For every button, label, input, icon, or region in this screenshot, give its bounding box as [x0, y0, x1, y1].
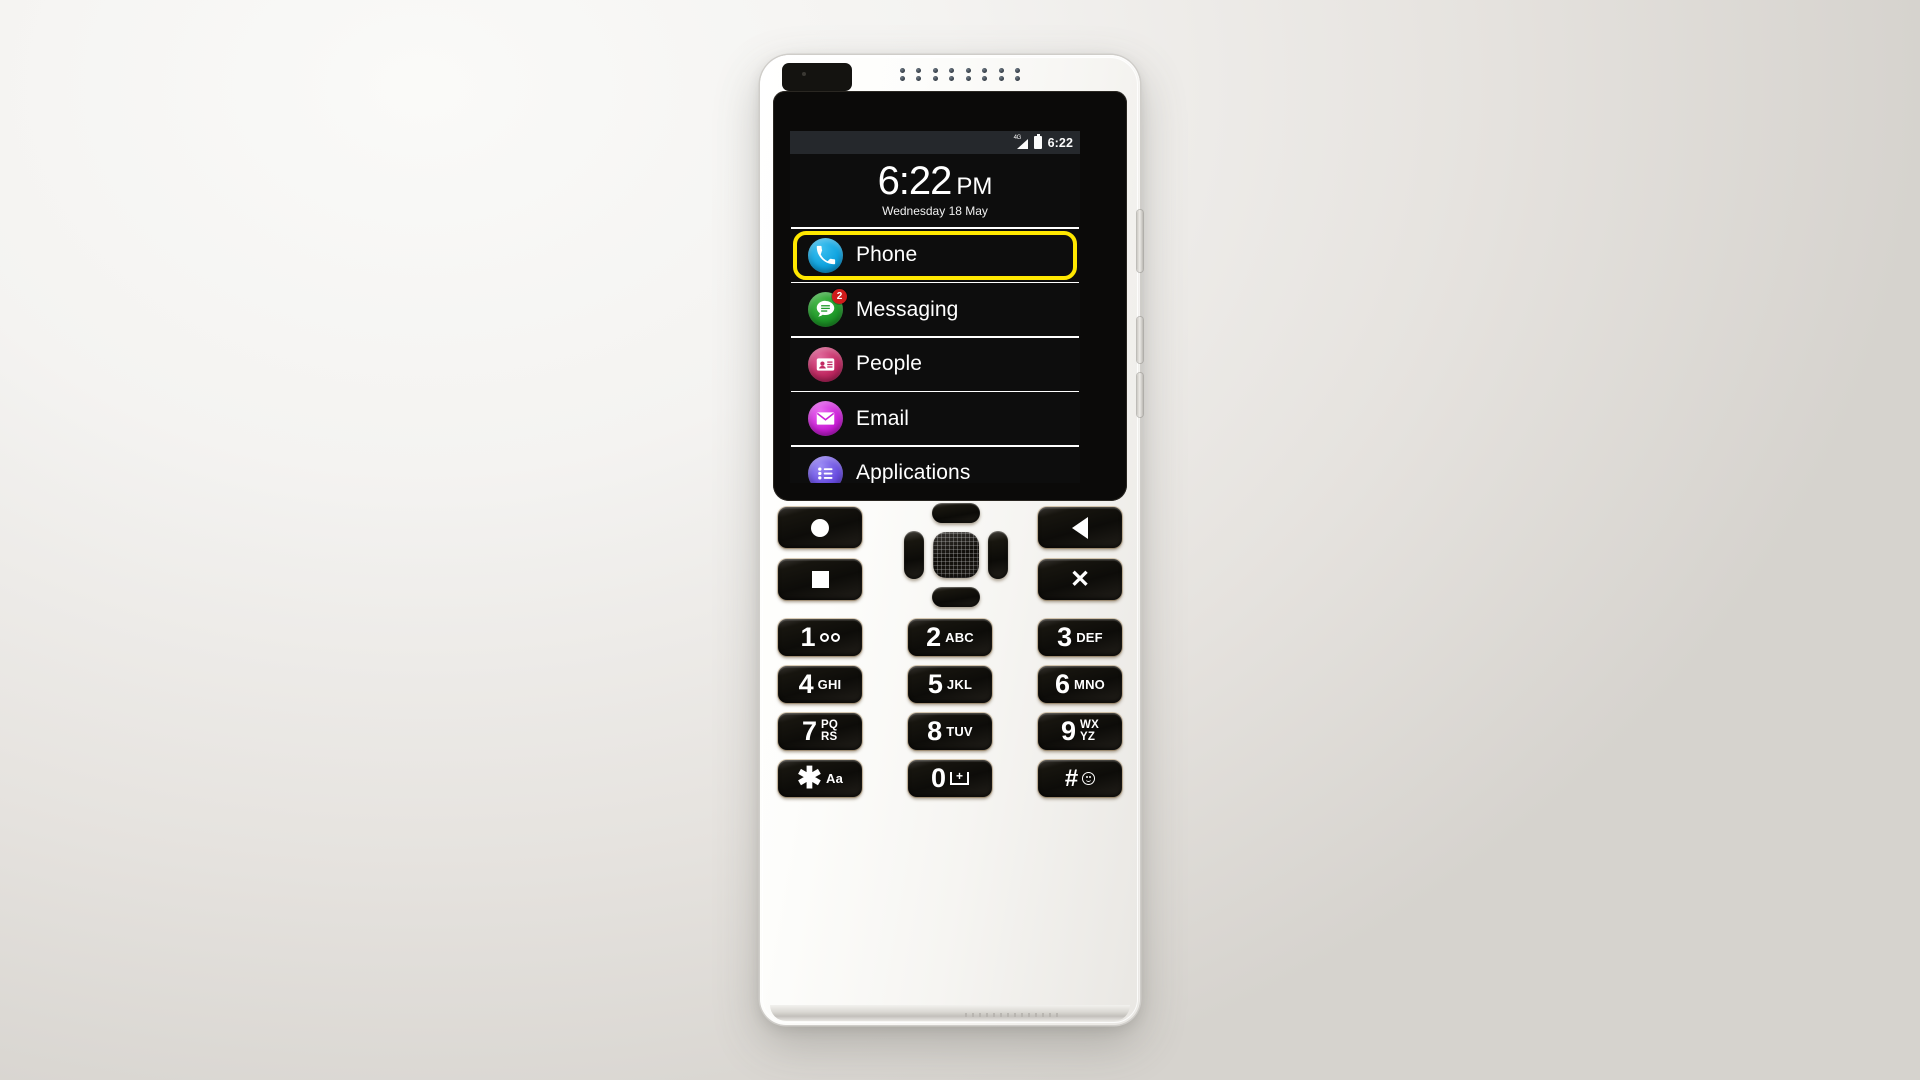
side-button-lower[interactable] [1137, 373, 1143, 417]
menu-item-phone[interactable]: Phone [790, 229, 1080, 282]
key-hash[interactable]: # [1038, 760, 1122, 797]
triangle-left-icon [1072, 516, 1088, 539]
bulleted-list-icon [808, 455, 843, 483]
menu-label-phone: Phone [856, 243, 918, 267]
battery-full-icon [1033, 134, 1042, 149]
key-8-letters: TUV [946, 724, 973, 739]
clock-time: 6:22 [877, 159, 953, 203]
key-9-letters: WX YZ [1080, 719, 1099, 743]
key-5[interactable]: 5 JKL [908, 666, 992, 703]
menu-item-messaging[interactable]: 2 Messaging [790, 283, 1080, 336]
front-camera-module [782, 63, 852, 91]
key-5-letters: JKL [946, 677, 973, 692]
key-4-letters: GHI [817, 677, 842, 692]
bottom-chrome-band [770, 1005, 1130, 1021]
menu-row-email: Email [790, 392, 1080, 447]
menu-row-messaging: 2 Messaging [790, 283, 1080, 338]
key-7-digit: 7 [801, 716, 817, 746]
menu-label-applications: Applications [856, 461, 971, 483]
key-3-letters: DEF [1076, 630, 1103, 645]
key-star-letters: Aa [826, 771, 844, 786]
menu-item-people[interactable]: People [790, 338, 1080, 391]
menu-label-people: People [856, 352, 922, 376]
status-bar-time: 6:22 [1047, 135, 1073, 150]
phone-device: 4G 6:22 6:22 PM Wednesday 18 May Phone 2… [760, 55, 1143, 1025]
main-menu-list: Phone 2 Messaging People Email Applicati… [790, 227, 1080, 483]
clock-ampm: PM [956, 173, 993, 200]
key-7[interactable]: 7 PQ RS [778, 713, 862, 750]
lockscreen-clock: 6:22 PM Wednesday 18 May [790, 154, 1080, 221]
key-5-digit: 5 [927, 669, 943, 699]
key-hash-digit: # [1064, 764, 1079, 792]
menu-item-email[interactable]: Email [790, 392, 1080, 445]
envelope-icon [808, 401, 843, 437]
menu-item-applications[interactable]: Applications [790, 447, 1080, 483]
side-button-upper[interactable] [1137, 317, 1143, 363]
back-key[interactable] [1038, 507, 1122, 548]
menu-row-people: People [790, 338, 1080, 393]
key-9[interactable]: 9 WX YZ [1038, 713, 1122, 750]
key-4-digit: 4 [798, 669, 814, 699]
phone-top-area [760, 55, 1140, 91]
key-2[interactable]: 2 ABC [908, 619, 992, 656]
menu-row-applications: Applications [790, 447, 1080, 483]
key-7-letters: PQ RS [821, 719, 839, 743]
key-0-digit: 0 [930, 763, 947, 793]
phone-screen: 4G 6:22 6:22 PM Wednesday 18 May Phone 2… [790, 131, 1080, 483]
close-x-icon: ✕ [1069, 565, 1091, 593]
key-8[interactable]: 8 TUV [908, 713, 992, 750]
key-3-digit: 3 [1057, 622, 1073, 652]
dpad-up-key[interactable] [932, 503, 980, 523]
key-6-digit: 6 [1055, 669, 1071, 699]
key-2-digit: 2 [926, 622, 942, 652]
key-6[interactable]: 6 MNO [1038, 666, 1122, 703]
earpiece-speaker-grille [895, 67, 1025, 82]
plus-symbol-icon: + [950, 770, 970, 785]
key-star[interactable]: ✱ Aa [778, 760, 862, 797]
dpad-select-key[interactable] [933, 532, 979, 578]
key-4[interactable]: 4 GHI [778, 666, 862, 703]
dpad-cluster [904, 503, 1008, 607]
key-6-letters: MNO [1074, 677, 1105, 692]
voicemail-icon [819, 633, 840, 642]
key-0[interactable]: 0 + [908, 760, 992, 797]
emoji-smiley-icon [1082, 772, 1096, 785]
dpad-left-key[interactable] [904, 531, 924, 579]
key-1[interactable]: 1 [778, 619, 862, 656]
messaging-unread-badge: 2 [832, 289, 847, 305]
home-key[interactable] [778, 507, 862, 548]
volume-side-button[interactable] [1137, 210, 1143, 272]
phone-handset-icon [808, 237, 843, 273]
key-8-digit: 8 [927, 716, 943, 746]
screen-bezel: 4G 6:22 6:22 PM Wednesday 18 May Phone 2… [773, 91, 1127, 501]
cancel-key[interactable]: ✕ [1038, 559, 1122, 600]
square-icon [811, 571, 829, 588]
key-1-digit: 1 [800, 622, 816, 652]
sensor-dot-icon [802, 72, 806, 76]
key-star-digit: ✱ [796, 761, 823, 795]
key-9-digit: 9 [1061, 716, 1077, 746]
circle-icon [811, 518, 829, 537]
dpad-right-key[interactable] [988, 531, 1008, 579]
microphone-grille [965, 1013, 1060, 1017]
menu-key[interactable] [778, 559, 862, 600]
menu-label-email: Email [856, 406, 910, 430]
menu-row-phone: Phone [790, 227, 1080, 284]
status-bar: 4G 6:22 [790, 131, 1080, 154]
menu-label-messaging: Messaging [856, 297, 959, 321]
contact-card-icon [808, 346, 843, 382]
signal-4g-icon: 4G [1014, 135, 1028, 149]
key-3[interactable]: 3 DEF [1038, 619, 1122, 656]
clock-date: Wednesday 18 May [882, 204, 988, 218]
key-2-letters: ABC [945, 630, 974, 645]
dpad-down-key[interactable] [932, 587, 980, 607]
speech-bubble-icon: 2 [808, 289, 847, 328]
